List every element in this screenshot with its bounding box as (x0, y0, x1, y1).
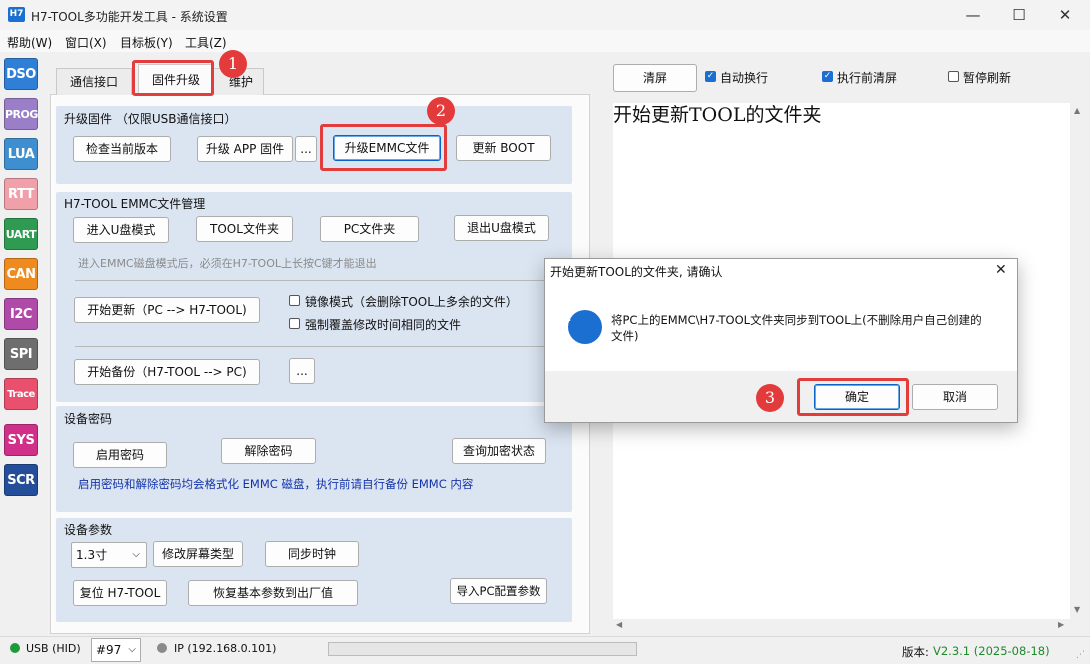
check-version-button[interactable]: 检查当前版本 (73, 136, 171, 162)
highlight-box-1 (132, 60, 214, 96)
sidebar-rtt[interactable]: RTT (4, 178, 38, 210)
firmware-more-button[interactable]: ... (295, 136, 317, 162)
info-icon: i (568, 310, 602, 344)
sidebar-trace[interactable]: Trace (4, 378, 38, 410)
update-boot-button[interactable]: 更新 BOOT (456, 135, 551, 161)
enter-udisk-button[interactable]: 进入U盘模式 (73, 217, 169, 243)
start-update-button[interactable]: 开始更新（PC --> H7-TOOL) (74, 297, 260, 323)
sidebar-can[interactable]: CAN (4, 258, 38, 290)
dialog-close-icon[interactable]: ✕ (995, 262, 1007, 278)
emmc-group-title: H7-TOOL EMMC文件管理 (64, 197, 206, 211)
device-select[interactable]: #97 ⌵ (91, 638, 141, 662)
step-badge-3: 3 (756, 384, 784, 412)
restore-defaults-button[interactable]: 恢复基本参数到出厂值 (188, 580, 358, 606)
start-backup-button[interactable]: 开始备份（H7-TOOL --> PC) (74, 359, 260, 385)
emmc-separator-2 (75, 346, 569, 347)
clear-before-checkbox[interactable]: ✓ (822, 71, 833, 82)
version-value: V2.3.1 (2025-08-18) (933, 644, 1050, 658)
sidebar-i2c[interactable]: I2C (4, 298, 38, 330)
console-vertical-scrollbar[interactable] (1070, 103, 1086, 619)
password-note: 启用密码和解除密码均会格式化 EMMC 磁盘，执行前请自行备份 EMMC 内容 (78, 477, 474, 491)
console-text: 开始更新TOOL的文件夹 (613, 104, 822, 126)
menu-window[interactable]: 窗口(X) (65, 34, 107, 51)
pause-refresh-checkbox[interactable] (948, 71, 959, 82)
sync-clock-button[interactable]: 同步时钟 (265, 541, 359, 567)
highlight-box-2 (320, 124, 447, 171)
chevron-down-icon: ⌵ (128, 644, 136, 655)
reset-tool-button[interactable]: 复位 H7-TOOL (73, 580, 167, 606)
enable-password-button[interactable]: 启用密码 (73, 442, 167, 468)
backup-more-button[interactable]: ... (289, 358, 315, 384)
window-title: H7-TOOL多功能开发工具 - 系统设置 (31, 10, 228, 24)
app-icon: H7 (8, 7, 25, 22)
step-badge-1: 1 (219, 50, 247, 78)
remove-password-button[interactable]: 解除密码 (221, 438, 316, 464)
force-overwrite-checkbox[interactable] (289, 318, 300, 329)
close-window-button[interactable]: ✕ (1042, 0, 1088, 30)
minimize-button[interactable]: — (950, 0, 996, 30)
maximize-button[interactable]: ☐ (996, 0, 1042, 30)
sidebar-spi[interactable]: SPI (4, 338, 38, 370)
menu-target-board[interactable]: 目标板(Y) (120, 34, 173, 51)
scroll-left-icon[interactable]: ◀ (616, 620, 622, 629)
menu-tools[interactable]: 工具(Z) (185, 34, 227, 51)
auto-wrap-checkbox[interactable]: ✓ (705, 71, 716, 82)
exit-udisk-button[interactable]: 退出U盘模式 (454, 215, 549, 241)
ip-status-text: IP (192.168.0.101) (174, 642, 277, 655)
screen-size-value: 1.3寸 (76, 548, 108, 562)
scroll-down-icon[interactable]: ▼ (1074, 605, 1080, 614)
usb-status-icon (10, 643, 20, 653)
menu-help[interactable]: 帮助(W) (7, 34, 52, 51)
force-overwrite-label: 强制覆盖修改时间相同的文件 (305, 318, 462, 332)
console-horizontal-scrollbar[interactable] (613, 619, 1070, 633)
chevron-down-icon: ⌵ (132, 549, 140, 560)
mirror-mode-checkbox[interactable] (289, 295, 300, 306)
emmc-separator-1 (75, 280, 569, 281)
resize-grip-icon[interactable]: ⋰ (1076, 650, 1085, 660)
sidebar-prog[interactable]: PROG (4, 98, 38, 130)
screen-size-select[interactable]: 1.3寸 ⌵ (71, 542, 147, 568)
clear-before-label: 执行前清屏 (837, 71, 898, 85)
mirror-mode-label: 镜像模式（会删除TOOL上多余的文件） (305, 295, 518, 309)
scroll-right-icon[interactable]: ▶ (1058, 620, 1064, 629)
progress-bar (328, 642, 637, 656)
highlight-box-3 (797, 378, 909, 416)
import-config-button[interactable]: 导入PC配置参数 (450, 578, 547, 604)
params-group (56, 518, 572, 622)
dialog-title: 开始更新TOOL的文件夹, 请确认 (550, 265, 723, 279)
sidebar-scr[interactable]: SCR (4, 464, 38, 496)
scroll-up-icon[interactable]: ▲ (1074, 106, 1080, 115)
params-group-title: 设备参数 (64, 523, 113, 537)
sidebar-uart[interactable]: UART (4, 218, 38, 250)
upgrade-app-button[interactable]: 升级 APP 固件 (197, 136, 293, 162)
firmware-group-title: 升级固件 （仅限USB通信接口） (64, 112, 237, 126)
version-label: 版本: (902, 645, 929, 659)
password-group-title: 设备密码 (64, 412, 113, 426)
ip-status-icon (157, 643, 167, 653)
sidebar-lua[interactable]: LUA (4, 138, 38, 170)
tool-folder-button[interactable]: TOOL文件夹 (196, 216, 293, 242)
change-screen-button[interactable]: 修改屏幕类型 (153, 541, 243, 567)
step-badge-2: 2 (427, 97, 455, 125)
usb-status-text: USB (HID) (26, 642, 81, 655)
device-select-value: #97 (96, 643, 122, 657)
dialog-message: 将PC上的EMMC\H7-TOOL文件夹同步到TOOL上(不删除用户自己创建的文… (611, 313, 982, 343)
sidebar-dso[interactable]: DSO (4, 58, 38, 90)
auto-wrap-label: 自动换行 (720, 71, 769, 85)
dialog-cancel-button[interactable]: 取消 (912, 384, 998, 410)
clear-screen-button[interactable]: 清屏 (613, 64, 697, 92)
sidebar-sys[interactable]: SYS (4, 424, 38, 456)
pc-folder-button[interactable]: PC文件夹 (320, 216, 419, 242)
tab-communication[interactable]: 通信接口 (56, 68, 132, 95)
pause-refresh-label: 暂停刷新 (963, 71, 1012, 85)
emmc-hint-text: 进入EMMC磁盘模式后，必须在H7-TOOL上长按C键才能退出 (78, 257, 377, 270)
query-encryption-button[interactable]: 查询加密状态 (452, 438, 546, 464)
